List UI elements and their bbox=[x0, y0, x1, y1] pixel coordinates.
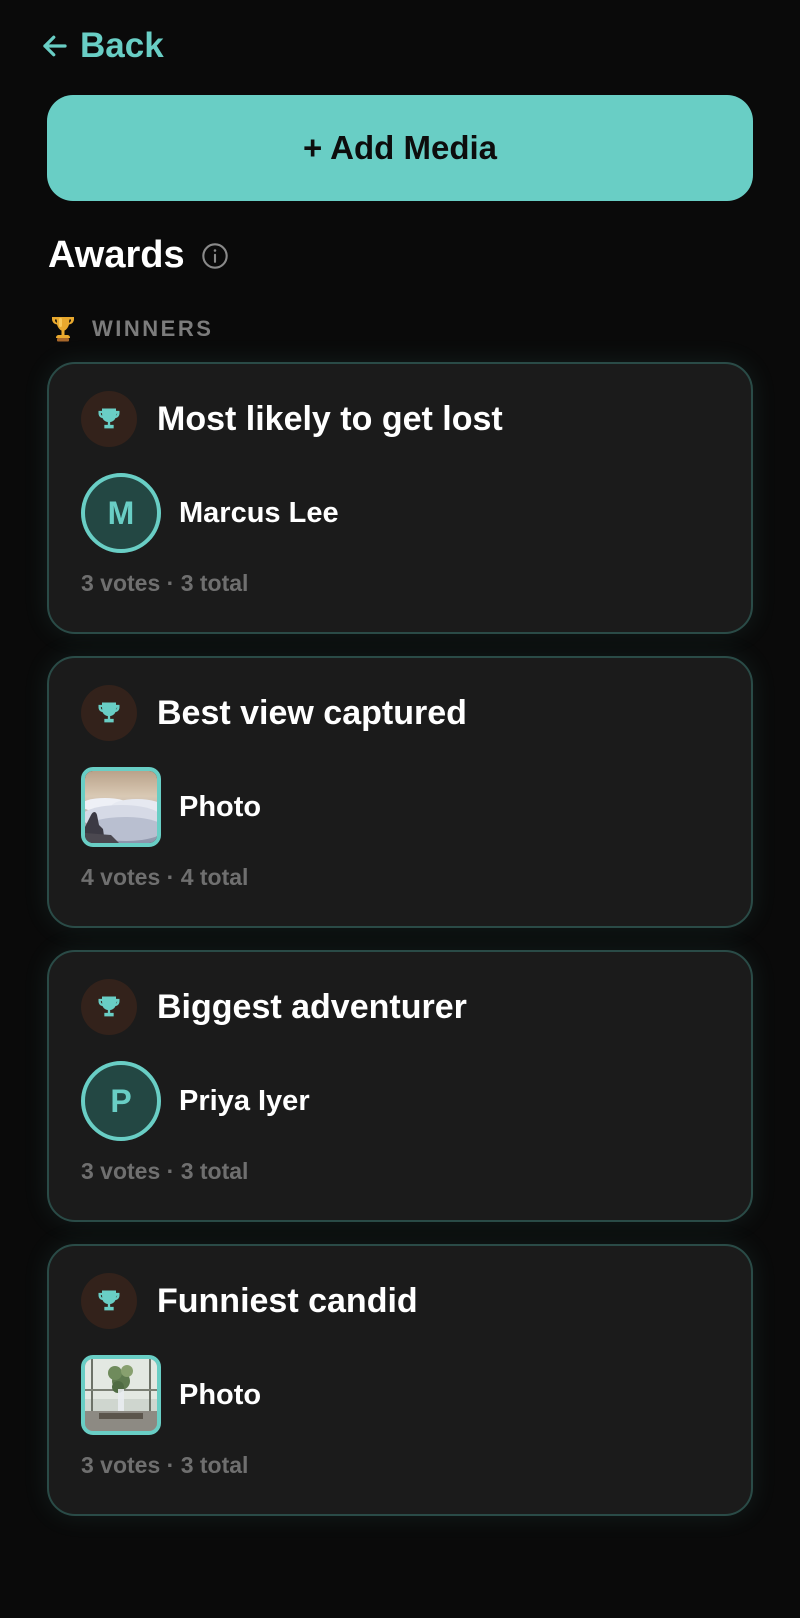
avatar: P bbox=[81, 1061, 161, 1141]
trophy-icon bbox=[98, 702, 120, 723]
add-media-button[interactable]: + Add Media bbox=[47, 95, 753, 201]
avatar: M bbox=[81, 473, 161, 553]
vote-count: 3 votes · 3 total bbox=[81, 1452, 249, 1478]
cloud-view-image bbox=[85, 771, 157, 843]
vote-count: 3 votes · 3 total bbox=[81, 570, 249, 596]
trophy-icon bbox=[98, 996, 120, 1017]
winner-row: Photo bbox=[81, 767, 261, 847]
winner-name: Photo bbox=[179, 790, 262, 823]
award-header: Best view captured bbox=[81, 685, 467, 741]
award-header: Biggest adventurer bbox=[81, 979, 467, 1035]
trophy-badge bbox=[81, 685, 137, 741]
arrow-left-icon bbox=[43, 35, 67, 57]
winner-row: P Priya Iyer bbox=[81, 1061, 310, 1141]
award-header: Most likely to get lost bbox=[81, 391, 503, 447]
photo-thumbnail[interactable] bbox=[81, 1355, 161, 1435]
vote-count: 3 votes · 3 total bbox=[81, 1158, 249, 1184]
trophy-icon bbox=[98, 408, 120, 429]
winner-row: Photo bbox=[81, 1355, 261, 1435]
award-title: Best view captured bbox=[157, 693, 467, 732]
trophy-badge bbox=[81, 1273, 137, 1329]
back-button[interactable]: Back bbox=[40, 24, 164, 68]
award-title: Biggest adventurer bbox=[157, 987, 467, 1026]
awards-header: Awards bbox=[48, 234, 229, 277]
winner-name: Photo bbox=[179, 1378, 262, 1411]
info-icon[interactable] bbox=[201, 242, 229, 270]
award-card[interactable]: Funniest candid Photo 3 votes · 3 total bbox=[47, 1244, 753, 1516]
winner-name: Marcus Lee bbox=[179, 496, 339, 529]
trophy-icon bbox=[98, 1290, 120, 1311]
trophy-badge bbox=[81, 391, 137, 447]
vote-count: 4 votes · 4 total bbox=[81, 864, 249, 890]
award-card[interactable]: Biggest adventurer P Priya Iyer 3 votes … bbox=[47, 950, 753, 1222]
winners-section-label: WINNERS bbox=[48, 313, 213, 345]
back-label: Back bbox=[80, 26, 164, 65]
trophy-icon bbox=[52, 317, 74, 342]
candid-plant-image bbox=[85, 1359, 157, 1431]
award-title: Most likely to get lost bbox=[157, 399, 503, 438]
awards-title: Awards bbox=[48, 234, 185, 276]
section-label-text: WINNERS bbox=[92, 316, 214, 341]
trophy-badge bbox=[81, 979, 137, 1035]
photo-thumbnail[interactable] bbox=[81, 767, 161, 847]
award-card[interactable]: Most likely to get lost M Marcus Lee 3 v… bbox=[47, 362, 753, 634]
winner-row: M Marcus Lee bbox=[81, 473, 339, 553]
award-card[interactable]: Best view captured Photo 4 votes · 4 tot… bbox=[47, 656, 753, 928]
award-header: Funniest candid bbox=[81, 1273, 418, 1329]
winner-name: Priya Iyer bbox=[179, 1084, 310, 1117]
award-title: Funniest candid bbox=[157, 1281, 418, 1320]
